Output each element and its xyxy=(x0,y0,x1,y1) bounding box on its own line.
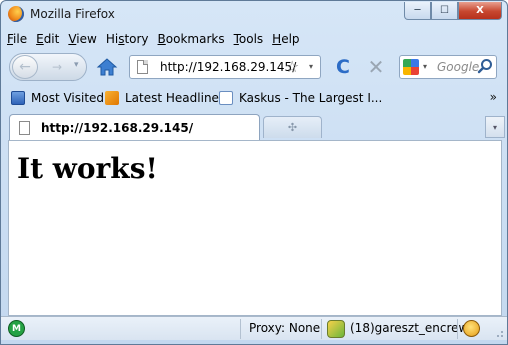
chat-user-status[interactable]: (18)gareszt_encrew xyxy=(350,321,468,335)
addon-status-icon[interactable]: M xyxy=(8,320,25,337)
reload-icon: C xyxy=(336,56,350,78)
proxy-status[interactable]: Proxy: None xyxy=(249,321,320,335)
resize-grip-icon[interactable] xyxy=(494,328,504,338)
bookmark-kaskus[interactable]: Kaskus - The Largest I... xyxy=(219,90,382,106)
back-button[interactable]: ← xyxy=(12,55,38,79)
navigation-toolbar: ← → ▾ http://192.168.29.145/ ☆ ▾ C ✕ ▾ G… xyxy=(1,51,507,84)
url-input[interactable]: http://192.168.29.145/ xyxy=(160,60,296,74)
window-controls: ─ ☐ X xyxy=(404,2,502,20)
close-button[interactable]: X xyxy=(458,2,502,20)
browser-window: Mozilla Firefox ─ ☐ X File Edit View His… xyxy=(0,0,508,345)
back-forward-group: ← → ▾ xyxy=(9,53,87,81)
bookmark-label: Latest Headlines xyxy=(125,91,226,105)
page-identity-icon[interactable] xyxy=(137,60,148,74)
menu-edit[interactable]: Edit xyxy=(36,32,59,50)
menu-view[interactable]: View xyxy=(68,32,96,50)
tab-label: http://192.168.29.145/ xyxy=(41,121,194,135)
tab-page-icon xyxy=(19,121,30,135)
chat-addon-icon[interactable] xyxy=(327,320,345,338)
stop-icon: ✕ xyxy=(367,55,385,79)
chevron-down-icon: ▾ xyxy=(492,122,497,132)
firefox-logo-icon xyxy=(8,6,24,22)
menu-file[interactable]: File xyxy=(7,32,27,50)
smiley-addon-icon[interactable] xyxy=(463,320,480,337)
page-content: It works! xyxy=(8,140,502,316)
url-bar[interactable]: http://192.168.29.145/ ☆ ▾ xyxy=(129,55,321,79)
back-arrow-icon: ← xyxy=(19,59,31,75)
bookmark-label: Kaskus - The Largest I... xyxy=(239,91,383,105)
home-icon xyxy=(96,58,118,76)
bookmark-star-icon[interactable]: ☆ xyxy=(285,57,299,76)
menu-help[interactable]: Help xyxy=(272,32,299,50)
bookmarks-toolbar: Most Visited Latest Headlines Kaskus - T… xyxy=(1,88,507,108)
most-visited-icon xyxy=(11,91,25,105)
search-bar[interactable]: ▾ Google xyxy=(399,55,497,79)
history-dropdown-icon[interactable]: ▾ xyxy=(74,60,79,70)
status-divider xyxy=(321,319,322,339)
kaskus-favicon-icon xyxy=(219,91,233,105)
status-divider xyxy=(240,319,241,339)
rss-feed-icon xyxy=(105,91,119,105)
search-input[interactable]: Google xyxy=(437,60,479,74)
google-engine-icon[interactable] xyxy=(403,59,419,75)
forward-arrow-icon: → xyxy=(51,60,63,74)
page-heading: It works! xyxy=(17,152,158,185)
reload-button[interactable]: C xyxy=(331,55,355,79)
forward-button[interactable]: → xyxy=(46,59,68,75)
menu-bookmarks[interactable]: Bookmarks xyxy=(158,32,225,50)
status-bar: M Proxy: None (18)gareszt_encrew xyxy=(1,316,507,340)
bookmark-latest-headlines[interactable]: Latest Headlines xyxy=(105,90,225,106)
minimize-button[interactable]: ─ xyxy=(404,2,431,20)
menu-tools[interactable]: Tools xyxy=(234,32,264,50)
engine-dropdown-icon[interactable]: ▾ xyxy=(423,62,427,71)
title-bar[interactable]: Mozilla Firefox ─ ☐ X xyxy=(1,1,507,27)
stop-button[interactable]: ✕ xyxy=(364,55,388,79)
status-divider xyxy=(457,319,458,339)
new-tab-button[interactable]: ✣ xyxy=(263,116,322,138)
tab-strip: http://192.168.29.145/ ✣ ▾ xyxy=(1,112,507,140)
maximize-button[interactable]: ☐ xyxy=(431,2,458,20)
tab-list-button[interactable]: ▾ xyxy=(485,116,505,138)
bookmark-label: Most Visited xyxy=(31,91,105,105)
new-tab-icon: ✣ xyxy=(287,121,298,134)
url-dropdown-icon[interactable]: ▾ xyxy=(309,62,313,71)
home-button[interactable] xyxy=(95,56,119,78)
bookmarks-overflow-button[interactable]: » xyxy=(490,90,497,104)
menu-bar: File Edit View History Bookmarks Tools H… xyxy=(7,32,309,50)
bookmark-most-visited[interactable]: Most Visited xyxy=(11,90,104,106)
window-title: Mozilla Firefox xyxy=(30,7,115,21)
search-magnifier-icon[interactable] xyxy=(477,58,493,74)
tab-active[interactable]: http://192.168.29.145/ xyxy=(9,114,260,140)
menu-history[interactable]: History xyxy=(106,32,149,50)
